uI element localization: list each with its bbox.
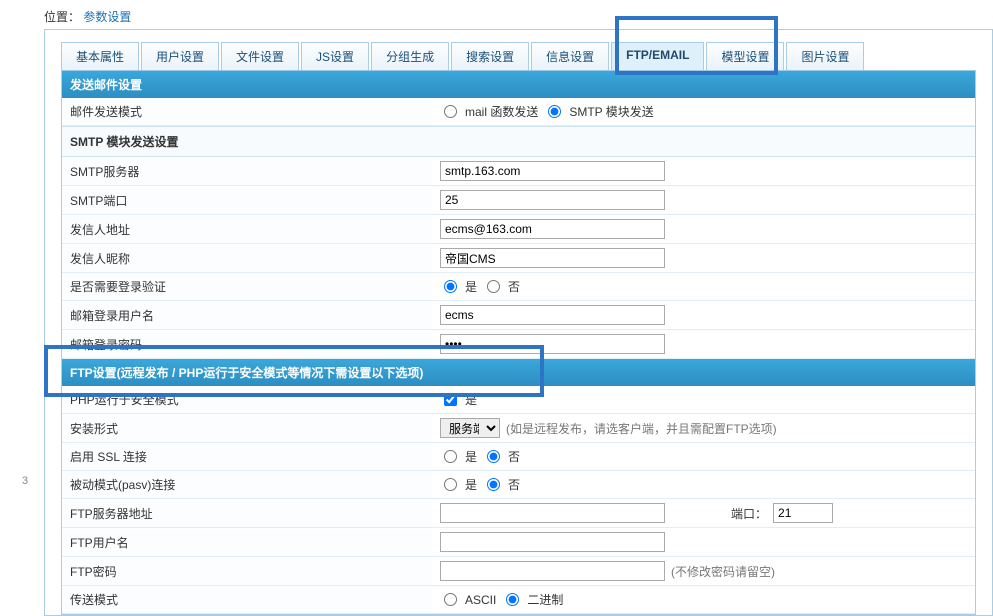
breadcrumb: 位置： 参数设置 (44, 8, 993, 25)
smtp-port-input[interactable] (440, 190, 665, 210)
radio-binary-label: 二进制 (527, 591, 563, 608)
smtp-server-label: SMTP服务器 (62, 158, 432, 185)
smtp-port-label: SMTP端口 (62, 187, 432, 214)
radio-smtp-label: SMTP 模块发送 (569, 103, 653, 120)
radio-auth-no-label: 否 (508, 278, 520, 295)
ftp-user-input[interactable] (440, 532, 665, 552)
settings-panel: 发送邮件设置 邮件发送模式 mail 函数发送 SMTP 模块发送 SMTP 模… (61, 71, 976, 615)
radio-mail-func[interactable] (444, 105, 457, 118)
smtp-subheader: SMTP 模块发送设置 (62, 126, 975, 157)
radio-auth-no[interactable] (487, 280, 500, 293)
checkbox-php-safe-label: 是 (465, 391, 477, 408)
smtp-server-input[interactable] (440, 161, 665, 181)
row-login-user: 邮箱登录用户名 (62, 301, 975, 330)
tab-js[interactable]: JS设置 (301, 42, 369, 70)
row-ftp-pass: FTP密码 (不修改密码请留空) (62, 557, 975, 586)
radio-pasv-yes[interactable] (444, 478, 457, 491)
tab-user[interactable]: 用户设置 (141, 42, 219, 70)
radio-ssl-no[interactable] (487, 450, 500, 463)
radio-ssl-yes-label: 是 (465, 448, 477, 465)
login-pass-label: 邮箱登录密码 (62, 331, 432, 358)
row-ssl: 启用 SSL 连接 是 否 (62, 443, 975, 471)
radio-smtp[interactable] (548, 105, 561, 118)
radio-ssl-yes[interactable] (444, 450, 457, 463)
from-addr-input[interactable] (440, 219, 665, 239)
ftp-user-label: FTP用户名 (62, 529, 432, 556)
pasv-label: 被动模式(pasv)连接 (62, 471, 432, 498)
tab-info[interactable]: 信息设置 (531, 42, 609, 70)
install-mode-select[interactable]: 服务端 (440, 418, 500, 438)
port-label: 端口： (731, 505, 767, 522)
login-user-label: 邮箱登录用户名 (62, 302, 432, 329)
from-name-label: 发信人昵称 (62, 245, 432, 272)
ftp-pass-input[interactable] (440, 561, 665, 581)
row-ftp-addr: FTP服务器地址 端口： (62, 499, 975, 528)
ftp-port-input[interactable] (773, 503, 833, 523)
mail-mode-label: 邮件发送模式 (62, 98, 432, 125)
radio-pasv-no[interactable] (487, 478, 500, 491)
radio-ascii-label: ASCII (465, 593, 496, 607)
row-install-mode: 安装形式 服务端 (如是远程发布，请选客户端，并且需配置FTP选项) (62, 414, 975, 443)
line-number: 3 (22, 475, 28, 487)
row-smtp-port: SMTP端口 (62, 186, 975, 215)
from-name-input[interactable] (440, 248, 665, 268)
row-ftp-user: FTP用户名 (62, 528, 975, 557)
row-mail-mode: 邮件发送模式 mail 函数发送 SMTP 模块发送 (62, 98, 975, 126)
ftp-pass-hint: (不修改密码请留空) (671, 563, 775, 580)
ftp-pass-label: FTP密码 (62, 558, 432, 585)
radio-ssl-no-label: 否 (508, 448, 520, 465)
ftp-section-header: FTP设置(远程发布 / PHP运行于安全模式等情况下需设置以下选项) (62, 359, 975, 386)
need-auth-label: 是否需要登录验证 (62, 273, 432, 300)
tab-file[interactable]: 文件设置 (221, 42, 299, 70)
breadcrumb-location[interactable]: 参数设置 (83, 10, 131, 24)
row-php-safe: PHP运行于安全模式 是 (62, 386, 975, 414)
php-safe-label: PHP运行于安全模式 (62, 386, 432, 413)
trans-mode-label: 传送模式 (62, 586, 432, 613)
tab-model[interactable]: 模型设置 (706, 42, 784, 70)
ftp-addr-label: FTP服务器地址 (62, 500, 432, 527)
row-need-auth: 是否需要登录验证 是 否 (62, 273, 975, 301)
checkbox-php-safe[interactable] (444, 393, 457, 406)
tab-ftp-email[interactable]: FTP/EMAIL (611, 42, 704, 70)
row-trans-mode: 传送模式 ASCII 二进制 (62, 586, 975, 614)
tab-basic[interactable]: 基本属性 (61, 42, 139, 70)
row-from-addr: 发信人地址 (62, 215, 975, 244)
from-addr-label: 发信人地址 (62, 216, 432, 243)
content-panel: 基本属性 用户设置 文件设置 JS设置 分组生成 搜索设置 信息设置 FTP/E… (44, 29, 993, 616)
tabs: 基本属性 用户设置 文件设置 JS设置 分组生成 搜索设置 信息设置 FTP/E… (61, 42, 976, 71)
login-user-input[interactable] (440, 305, 665, 325)
login-pass-input[interactable] (440, 334, 665, 354)
install-mode-label: 安装形式 (62, 415, 432, 442)
ssl-label: 启用 SSL 连接 (62, 443, 432, 470)
radio-binary[interactable] (506, 593, 519, 606)
row-smtp-server: SMTP服务器 (62, 157, 975, 186)
mail-section-header: 发送邮件设置 (62, 71, 975, 98)
row-pasv: 被动模式(pasv)连接 是 否 (62, 471, 975, 499)
row-from-name: 发信人昵称 (62, 244, 975, 273)
radio-mail-func-label: mail 函数发送 (465, 103, 538, 120)
tab-group[interactable]: 分组生成 (371, 42, 449, 70)
radio-auth-yes-label: 是 (465, 278, 477, 295)
radio-ascii[interactable] (444, 593, 457, 606)
radio-pasv-yes-label: 是 (465, 476, 477, 493)
breadcrumb-prefix: 位置： (44, 10, 80, 24)
radio-pasv-no-label: 否 (508, 476, 520, 493)
tab-image[interactable]: 图片设置 (786, 42, 864, 70)
ftp-addr-input[interactable] (440, 503, 665, 523)
install-mode-hint: (如是远程发布，请选客户端，并且需配置FTP选项) (506, 420, 777, 437)
radio-auth-yes[interactable] (444, 280, 457, 293)
tab-search[interactable]: 搜索设置 (451, 42, 529, 70)
row-login-pass: 邮箱登录密码 (62, 330, 975, 359)
